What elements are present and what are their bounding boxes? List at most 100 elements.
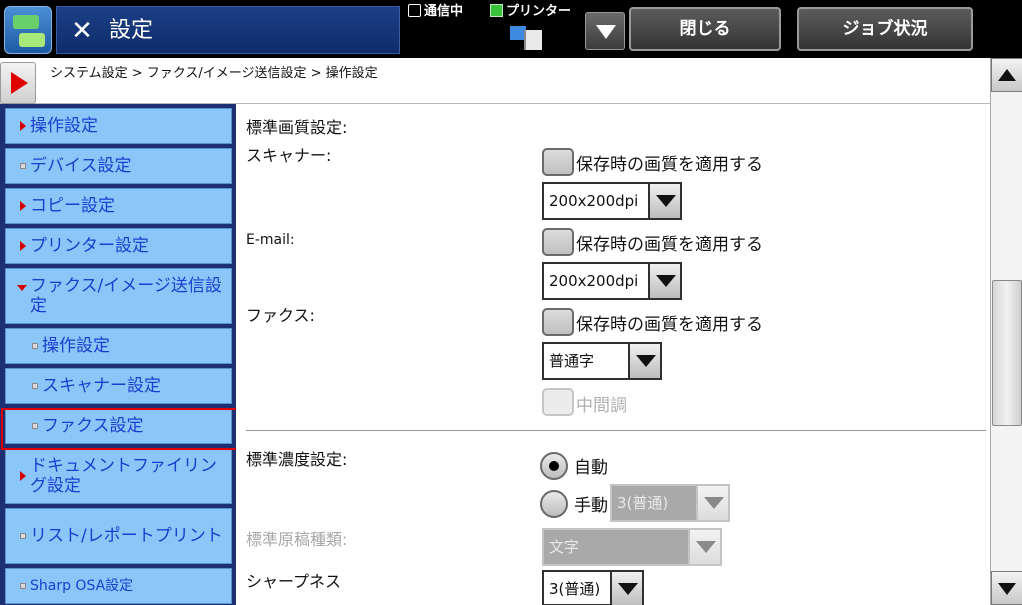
density-manual-select[interactable]: 3(普通) — [610, 484, 730, 522]
arrow-down-icon — [998, 583, 1016, 595]
sidebar-item-document-filing[interactable]: ドキュメントファイリング設定 — [5, 448, 232, 504]
density-manual-dropdown-button[interactable] — [696, 486, 728, 520]
sharpness-value: 3(普通) — [549, 580, 601, 598]
expand-arrow-icon — [20, 471, 26, 481]
communication-status-icon — [408, 4, 421, 17]
sidebar-item-label: ドキュメントファイリング設定 — [30, 456, 217, 496]
status-dropdown-button[interactable] — [585, 12, 625, 50]
sidebar-item-list-report-print[interactable]: リスト/レポートプリント — [5, 508, 232, 564]
page-title: 設定 — [109, 18, 154, 43]
fax-resolution-select[interactable]: 普通字 — [542, 342, 662, 380]
arrow-up-icon — [998, 69, 1016, 81]
chevron-down-icon — [596, 25, 616, 39]
bullet-icon — [20, 583, 26, 589]
bullet-icon — [32, 423, 38, 429]
scroll-thumb[interactable] — [992, 280, 1022, 426]
section-divider — [246, 430, 986, 431]
close-button[interactable]: 閉じる — [629, 7, 781, 51]
expand-arrow-icon — [20, 201, 26, 211]
sidebar-item-label: Sharp OSA設定 — [30, 578, 134, 594]
chevron-down-icon — [696, 541, 716, 553]
fax-apply-stored-quality-checkbox[interactable] — [542, 308, 574, 336]
sharpness-select[interactable]: 3(普通) — [542, 570, 644, 605]
chevron-down-icon — [656, 195, 676, 207]
sidebar-item-copy[interactable]: コピー設定 — [5, 188, 232, 224]
collapse-arrow-icon — [17, 285, 27, 291]
vertical-scrollbar[interactable] — [990, 58, 1022, 605]
communication-status-label: 通信中 — [424, 4, 464, 19]
scanner-resolution-select[interactable]: 200x200dpi — [542, 182, 682, 220]
settings-screen: ✕ 設定 通信中 プリンター 閉じる ジョブ状況 システム設定 > ファクス/イ… — [0, 0, 1022, 605]
fax-resolution-value: 普通字 — [549, 352, 595, 370]
density-auto-radio[interactable] — [540, 452, 568, 480]
email-apply-stored-quality-label: 保存時の画質を適用する — [576, 235, 763, 255]
original-type-value: 文字 — [549, 538, 580, 556]
density-manual-radio[interactable] — [540, 490, 568, 518]
bullet-icon — [32, 383, 38, 389]
job-status-button[interactable]: ジョブ状況 — [797, 7, 973, 51]
scanner-resolution-value: 200x200dpi — [549, 192, 639, 210]
scroll-up-button[interactable] — [991, 58, 1022, 92]
section-title-density: 標準濃度設定: — [246, 450, 348, 469]
original-type-label: 標準原稿種類: — [246, 530, 348, 549]
sidebar: 操作設定 デバイス設定 コピー設定 プリンター設定 ファクス/イメージ送信設定 … — [0, 104, 236, 605]
home-button[interactable] — [4, 6, 52, 54]
printer-status: プリンター — [490, 4, 571, 20]
chevron-down-icon — [636, 355, 656, 367]
scanner-resolution-dropdown-button[interactable] — [648, 184, 680, 218]
sidebar-item-label: 操作設定 — [30, 116, 98, 136]
email-resolution-value: 200x200dpi — [549, 272, 639, 290]
sidebar-subitem-operation[interactable]: 操作設定 — [5, 328, 232, 364]
settings-content: 標準画質設定: スキャナー: 保存時の画質を適用する 200x200dpi E-… — [236, 104, 990, 605]
original-type-select[interactable]: 文字 — [542, 528, 722, 566]
printer-icon — [510, 22, 544, 50]
sharpness-dropdown-button[interactable] — [610, 572, 642, 605]
sidebar-item-label: 操作設定 — [42, 336, 110, 356]
density-manual-label: 手動 — [574, 496, 608, 516]
sidebar-item-fax-image-send[interactable]: ファクス/イメージ送信設定 — [5, 268, 232, 324]
scanner-label: スキャナー: — [246, 146, 332, 165]
email-apply-stored-quality-checkbox[interactable] — [542, 228, 574, 256]
sidebar-item-label: ファクス/イメージ送信設定 — [30, 276, 222, 316]
bullet-icon — [20, 533, 26, 539]
scroll-down-button[interactable] — [991, 571, 1022, 605]
printer-status-icon — [490, 4, 503, 17]
breadcrumb-bar: システム設定 > ファクス/イメージ送信設定 > 操作設定 — [0, 58, 990, 104]
sidebar-item-label: ファクス設定 — [42, 416, 144, 436]
scanner-apply-stored-quality-checkbox[interactable] — [542, 148, 574, 176]
expand-arrow-icon — [20, 241, 26, 251]
sharpness-label: シャープネス — [246, 572, 342, 591]
sidebar-item-label: デバイス設定 — [30, 156, 132, 176]
email-resolution-select[interactable]: 200x200dpi — [542, 262, 682, 300]
density-auto-label: 自動 — [574, 458, 608, 478]
back-button[interactable] — [0, 62, 36, 104]
fax-halftone-checkbox[interactable] — [542, 388, 574, 416]
email-resolution-dropdown-button[interactable] — [648, 264, 680, 298]
tools-icon: ✕ — [71, 16, 93, 46]
bullet-icon — [32, 343, 38, 349]
sidebar-item-device[interactable]: デバイス設定 — [5, 148, 232, 184]
section-title-quality: 標準画質設定: — [246, 118, 348, 137]
fax-apply-stored-quality-label: 保存時の画質を適用する — [576, 315, 763, 335]
sidebar-item-label: プリンター設定 — [30, 236, 149, 256]
chevron-down-icon — [618, 583, 638, 595]
home-arrow-icon — [13, 15, 39, 29]
sidebar-subitem-fax[interactable]: ファクス設定 — [5, 408, 232, 444]
fax-label: ファクス: — [246, 306, 315, 325]
fax-halftone-label: 中間調 — [576, 396, 627, 416]
fax-resolution-dropdown-button[interactable] — [628, 344, 660, 378]
sidebar-item-label: コピー設定 — [30, 196, 115, 216]
play-arrow-icon — [11, 72, 28, 94]
density-manual-value: 3(普通) — [617, 494, 669, 512]
sidebar-subitem-scanner[interactable]: スキャナー設定 — [5, 368, 232, 404]
breadcrumb: システム設定 > ファクス/イメージ送信設定 > 操作設定 — [50, 66, 378, 81]
sidebar-item-operation[interactable]: 操作設定 — [5, 108, 232, 144]
home-arrow-icon-2 — [19, 33, 45, 47]
sidebar-item-sharp-osa[interactable]: Sharp OSA設定 — [5, 568, 232, 604]
sidebar-item-label: スキャナー設定 — [42, 376, 161, 396]
communication-status: 通信中 — [408, 4, 463, 20]
radio-selected-dot — [549, 461, 559, 471]
sidebar-item-printer[interactable]: プリンター設定 — [5, 228, 232, 264]
printer-status-label: プリンター — [506, 4, 572, 19]
original-type-dropdown-button[interactable] — [688, 530, 720, 564]
